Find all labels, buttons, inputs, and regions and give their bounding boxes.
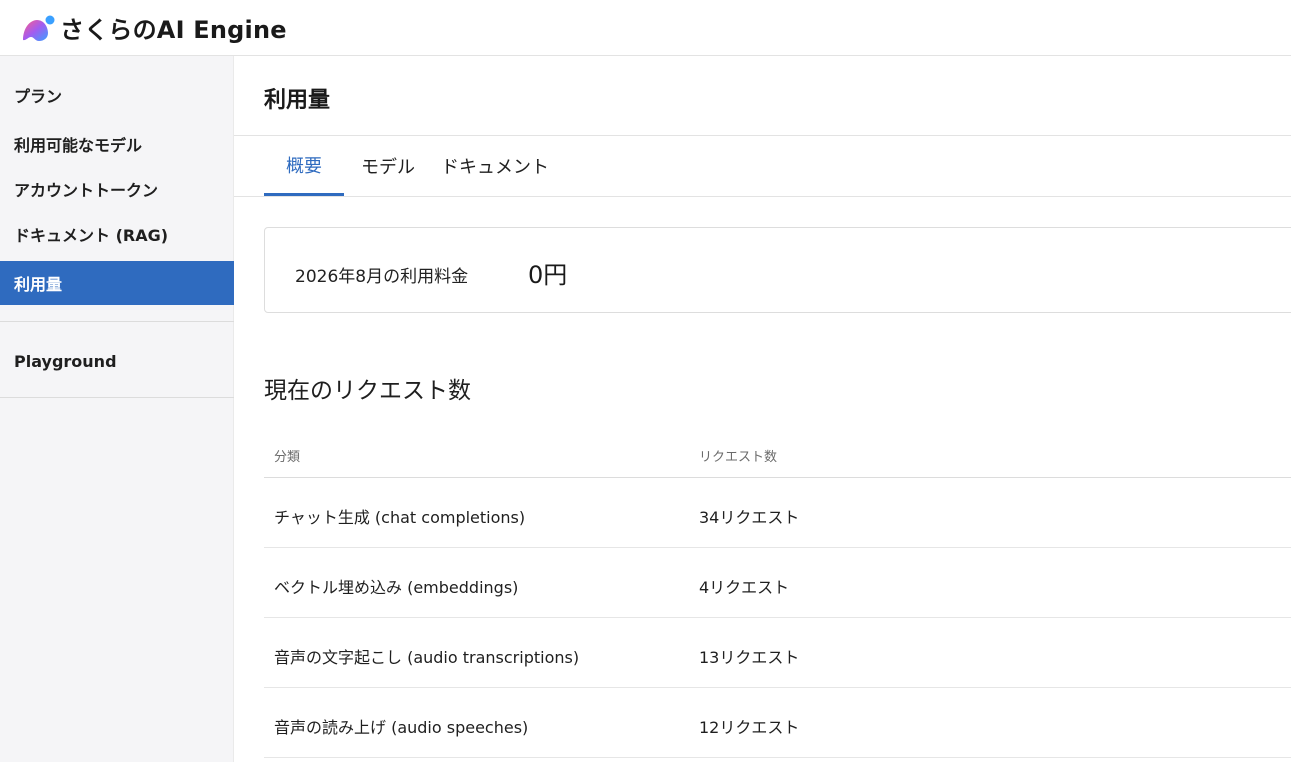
table-row: 音声の読み上げ (audio speeches) 12リクエスト	[264, 688, 1291, 758]
row-requests: 13リクエスト	[699, 648, 800, 667]
row-category: 音声の読み上げ (audio speeches)	[274, 718, 529, 737]
column-header-requests: リクエスト数	[699, 450, 778, 465]
monthly-fee-card: 2026年8月の利用料金 0円	[264, 227, 1291, 313]
table-row: 音声の文字起こし (audio transcriptions) 13リクエスト	[264, 618, 1291, 688]
tab-label: 概要	[286, 155, 322, 177]
sidebar-item-documents-rag[interactable]: ドキュメント (RAG)	[0, 212, 234, 256]
row-requests: 34リクエスト	[699, 508, 800, 527]
tab-label: モデル	[361, 157, 415, 178]
sidebar-divider	[0, 397, 234, 398]
sidebar-item-label: 利用量	[14, 275, 63, 294]
app-header: さくらのAI Engine	[0, 0, 1291, 56]
sidebar-item-usage[interactable]: 利用量	[0, 261, 234, 305]
sidebar-item-models[interactable]: 利用可能なモデル	[0, 122, 234, 166]
row-category: チャット生成 (chat completions)	[274, 508, 526, 527]
sidebar-item-account-token[interactable]: アカウントトークン	[0, 167, 234, 211]
tab-documents[interactable]: ドキュメント	[440, 136, 550, 196]
table-row: ベクトル埋め込み (embeddings) 4リクエスト	[264, 548, 1291, 618]
sidebar-item-label: アカウントトークン	[14, 181, 159, 200]
sidebar-divider	[0, 321, 234, 322]
fee-label: 2026年8月の利用料金	[295, 267, 469, 287]
table-row: チャット生成 (chat completions) 34リクエスト	[264, 478, 1291, 548]
sidebar-item-label: プラン	[14, 87, 63, 106]
main-content: 利用量 概要 モデル ドキュメント 2026年8月の利用料金 0円 現在のリクエ…	[234, 56, 1291, 762]
row-category: ベクトル埋め込み (embeddings)	[274, 578, 519, 597]
sakura-logo-icon[interactable]	[20, 13, 56, 43]
page-title: 利用量	[264, 88, 331, 113]
sidebar-item-label: ドキュメント (RAG)	[14, 226, 169, 245]
section-title: 現在のリクエスト数	[264, 378, 471, 404]
tab-models[interactable]: モデル	[352, 136, 424, 196]
sidebar-item-label: Playground	[14, 351, 117, 371]
request-count-table: 分類 リクエスト数 チャット生成 (chat completions) 34リク…	[264, 426, 1291, 758]
app-name[interactable]: さくらのAI Engine	[60, 10, 287, 45]
tab-overview[interactable]: 概要	[264, 136, 344, 196]
row-requests: 4リクエスト	[699, 578, 790, 597]
fee-value: 0円	[528, 261, 568, 289]
sidebar: プラン 利用可能なモデル アカウントトークン ドキュメント (RAG) 利用量 …	[0, 56, 234, 762]
row-requests: 12リクエスト	[699, 718, 800, 737]
row-category: 音声の文字起こし (audio transcriptions)	[274, 648, 580, 667]
sidebar-item-playground[interactable]: Playground	[0, 339, 234, 383]
tab-label: ドキュメント	[441, 157, 549, 178]
column-header-category: 分類	[274, 450, 301, 465]
sidebar-item-label: 利用可能なモデル	[14, 136, 143, 155]
table-header: 分類 リクエスト数	[264, 426, 1291, 478]
tabs-divider	[234, 196, 1291, 197]
sidebar-item-plan[interactable]: プラン	[0, 73, 234, 117]
